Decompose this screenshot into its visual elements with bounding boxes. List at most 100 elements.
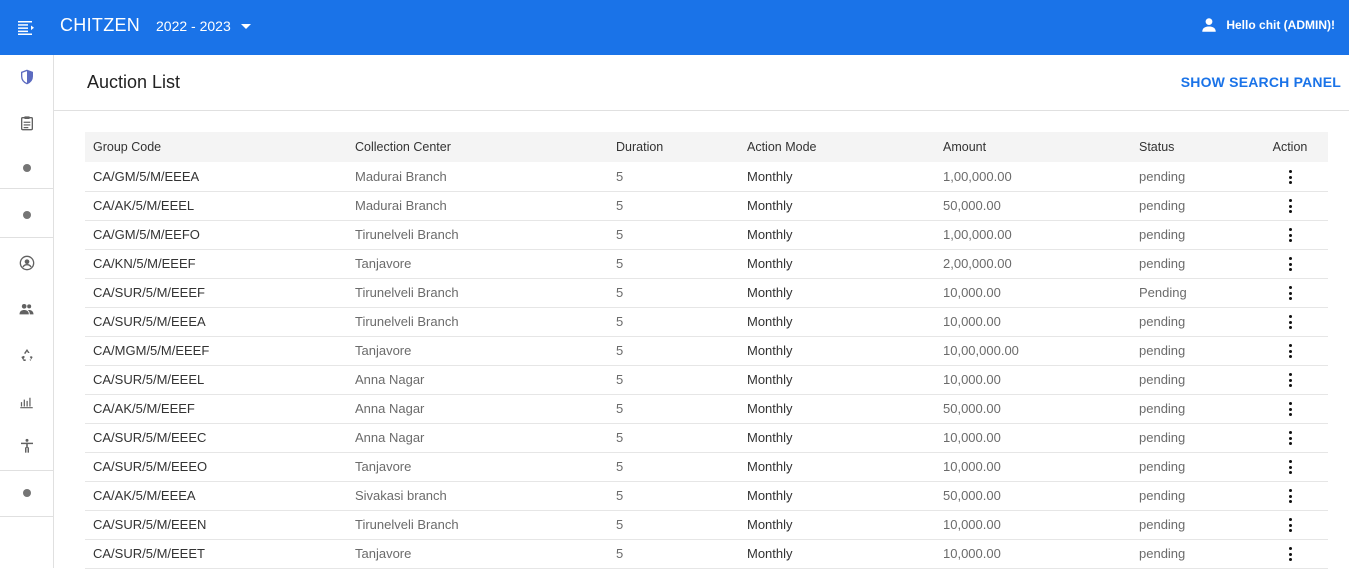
menu-open-icon xyxy=(18,20,34,35)
sidebar-item-reports[interactable] xyxy=(0,103,53,143)
cell-action xyxy=(1252,162,1328,191)
user-menu[interactable]: Hello chit (ADMIN)! xyxy=(1200,16,1335,34)
table-row[interactable]: CA/AK/5/M/EEEL Madurai Branch 5 Monthly 50,0… xyxy=(85,191,1328,220)
sidebar-item-members[interactable] xyxy=(0,289,53,329)
cell-duration: 5 xyxy=(616,343,624,358)
sidebar-divider xyxy=(0,188,53,189)
more-vert-icon[interactable] xyxy=(1285,315,1295,330)
cell-action xyxy=(1252,191,1328,220)
table-row[interactable]: CA/AK/5/M/EEEF Anna Nagar 5 Monthly 50,000.0… xyxy=(85,394,1328,423)
cell-action xyxy=(1252,452,1328,481)
cell-amount: 50,000.00 xyxy=(943,198,1001,213)
more-vert-icon[interactable] xyxy=(1285,286,1295,301)
more-vert-icon[interactable] xyxy=(1285,344,1295,359)
cell-action-mode: Monthly xyxy=(747,430,793,445)
cell-action xyxy=(1252,307,1328,336)
cell-collection-center: Tirunelveli Branch xyxy=(355,285,459,300)
header-status[interactable]: Status xyxy=(1131,132,1252,162)
cell-status: pending xyxy=(1139,168,1186,184)
more-vert-icon[interactable] xyxy=(1285,373,1295,388)
cell-collection-center: Madurai Branch xyxy=(355,168,447,184)
sidebar-item-security[interactable] xyxy=(0,57,53,97)
header-collection-center[interactable]: Collection Center xyxy=(347,132,608,162)
table-row[interactable]: CA/SUR/5/M/EEEC Anna Nagar 5 Monthly 10,000.… xyxy=(85,423,1328,452)
sidebar-item-account[interactable] xyxy=(0,243,53,283)
top-app-bar: CHITZEN 2022 - 2023 Hello chit (ADMIN)! xyxy=(0,0,1349,55)
cell-amount: 2,00,000.00 xyxy=(943,256,1012,271)
table-row[interactable]: CA/SUR/5/M/EEEO Tanjavore 5 Monthly 10,000.0… xyxy=(85,452,1328,481)
sidebar-item-dot-2[interactable] xyxy=(0,195,53,235)
cell-amount: 10,000.00 xyxy=(943,430,1001,445)
sidebar-item-analytics[interactable] xyxy=(0,381,53,421)
cell-duration: 5 xyxy=(616,372,624,387)
cell-action-mode: Monthly xyxy=(747,256,793,271)
cell-status: pending xyxy=(1139,198,1186,213)
more-vert-icon[interactable] xyxy=(1285,460,1295,475)
cell-duration: 5 xyxy=(616,314,624,329)
header-action-mode[interactable]: Action Mode xyxy=(739,132,935,162)
cell-status: pending xyxy=(1139,314,1186,329)
more-vert-icon[interactable] xyxy=(1285,489,1295,504)
table-header-row: Group Code Collection Center Duration Ac… xyxy=(85,132,1328,162)
cell-status: pending xyxy=(1139,343,1186,358)
header-group-code[interactable]: Group Code xyxy=(85,132,347,162)
cell-collection-center: Anna Nagar xyxy=(355,372,425,387)
cell-action xyxy=(1252,510,1328,539)
menu-toggle-button[interactable] xyxy=(0,0,54,55)
sidebar-item-accessibility[interactable] xyxy=(0,426,53,466)
sidebar xyxy=(0,55,54,568)
cell-collection-center: Anna Nagar xyxy=(355,430,425,445)
cell-amount: 10,000.00 xyxy=(943,459,1001,474)
caret-down-icon xyxy=(240,23,251,29)
cell-duration: 5 xyxy=(616,168,624,184)
cell-action-mode: Monthly xyxy=(747,459,793,474)
more-vert-icon[interactable] xyxy=(1285,547,1295,562)
table-row[interactable]: CA/SUR/5/M/EEEL Anna Nagar 5 Monthly 10,000.… xyxy=(85,365,1328,394)
more-vert-icon[interactable] xyxy=(1285,402,1295,417)
cell-action-mode: Monthly xyxy=(747,488,793,503)
cell-status: pending xyxy=(1139,430,1186,445)
cell-collection-center: Madurai Branch xyxy=(355,198,447,213)
cell-duration: 5 xyxy=(616,285,624,300)
cell-status: pending xyxy=(1139,546,1186,561)
cell-group-code: CA/SUR/5/M/EEEA xyxy=(93,314,206,329)
cell-action xyxy=(1252,220,1328,249)
table-row[interactable]: CA/SUR/5/M/EEET Tanjavore 5 Monthly 10,000.0… xyxy=(85,539,1328,568)
table-row[interactable]: CA/SUR/5/M/EEEN Tirunelveli Branch 5 Monthl… xyxy=(85,510,1328,539)
dot-icon xyxy=(22,489,31,497)
header-duration[interactable]: Duration xyxy=(608,132,739,162)
more-vert-icon[interactable] xyxy=(1285,228,1295,243)
show-search-panel-button[interactable]: SHOW SEARCH PANEL xyxy=(1181,74,1341,90)
table-row[interactable]: CA/SUR/5/M/EEEA Tirunelveli Branch 5 Monthl… xyxy=(85,307,1328,336)
cell-amount: 10,000.00 xyxy=(943,372,1001,387)
header-amount[interactable]: Amount xyxy=(935,132,1131,162)
cell-duration: 5 xyxy=(616,430,624,445)
sidebar-item-dot-1[interactable] xyxy=(0,148,53,188)
table-row[interactable]: CA/SUR/5/M/EEEF Tirunelveli Branch 5 Monthl… xyxy=(85,278,1328,307)
more-vert-icon[interactable] xyxy=(1285,431,1295,446)
table-row[interactable]: CA/KN/5/M/EEEF Tanjavore 5 Monthly 2,00,000.… xyxy=(85,249,1328,278)
more-vert-icon[interactable] xyxy=(1285,199,1295,214)
cell-amount: 10,000.00 xyxy=(943,546,1001,561)
cell-action xyxy=(1252,336,1328,365)
more-vert-icon[interactable] xyxy=(1285,518,1295,533)
more-vert-icon[interactable] xyxy=(1285,170,1295,185)
sidebar-item-dot-3[interactable] xyxy=(0,473,53,513)
auction-table-container: Group Code Collection Center Duration Ac… xyxy=(85,132,1328,569)
table-row[interactable]: CA/GM/5/M/EEEA Madurai Branch 5 Monthly 1,00… xyxy=(85,162,1328,191)
cell-amount: 50,000.00 xyxy=(943,401,1001,416)
cell-duration: 5 xyxy=(616,459,624,474)
cell-action-mode: Monthly xyxy=(747,517,793,532)
cell-duration: 5 xyxy=(616,198,624,213)
brand-logo[interactable]: CHITZEN xyxy=(60,15,140,36)
cell-group-code: CA/SUR/5/M/EEEO xyxy=(93,459,208,474)
financial-year-select[interactable]: 2022 - 2023 xyxy=(156,18,251,34)
sidebar-item-recycle[interactable] xyxy=(0,335,53,375)
table-row[interactable]: CA/MGM/5/M/EEEF Tanjavore 5 Monthly 10,00,00… xyxy=(85,336,1328,365)
cell-group-code: CA/SUR/5/M/EEET xyxy=(93,546,205,561)
table-row[interactable]: CA/AK/5/M/EEEA Sivakasi branch 5 Monthly 50,… xyxy=(85,481,1328,510)
cell-action-mode: Monthly xyxy=(747,314,793,329)
table-row[interactable]: CA/GM/5/M/EEFO Tirunelveli Branch 5 Monthly… xyxy=(85,220,1328,249)
more-vert-icon[interactable] xyxy=(1285,257,1295,272)
cell-amount: 50,000.00 xyxy=(943,488,1001,503)
